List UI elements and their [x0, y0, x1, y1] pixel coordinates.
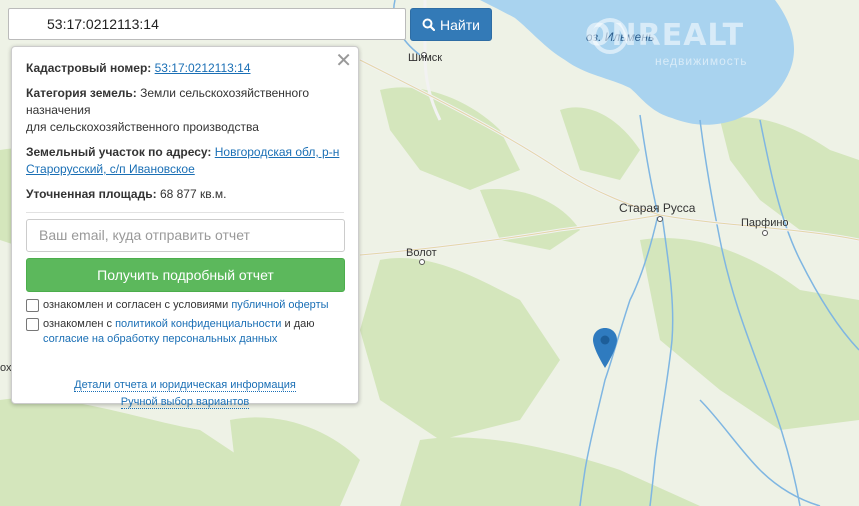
search-button[interactable]: Найти — [410, 8, 492, 41]
close-icon[interactable]: ✕ — [335, 51, 352, 71]
manual-selection-link[interactable]: Ручной выбор вариантов — [120, 396, 250, 409]
cadastral-number-link[interactable]: 53:17:0212113:14 — [155, 61, 251, 75]
map-label-staraya-russa: Старая Русса — [619, 201, 696, 215]
personal-data-link[interactable]: согласие на обработку персональных данны… — [43, 333, 277, 345]
map-label-volot: Волот — [406, 247, 437, 259]
offer-checkbox[interactable] — [26, 299, 39, 312]
cadastral-label: Кадастровый номер: — [26, 61, 152, 75]
offer-text: ознакомлен и согласен с условиями — [43, 299, 229, 311]
map-label-parfino: Парфино — [741, 217, 789, 229]
privacy-checkbox[interactable] — [26, 318, 39, 331]
area-value: 68 877 кв.м. — [159, 187, 227, 201]
land-category-row: Категория земель: Земли сельскохозяйстве… — [26, 85, 344, 136]
map-label-shimsk: Шимск — [408, 52, 443, 64]
search-input[interactable]: 53:17:0212113:14 — [8, 8, 406, 40]
category-value-2: для сельскохозяйственного производства — [26, 120, 259, 134]
parfino-dot — [762, 230, 768, 236]
map-pin-icon[interactable] — [593, 328, 617, 368]
privacy-text: ознакомлен с — [43, 318, 113, 330]
staraya-russa-dot — [657, 216, 663, 222]
privacy-consent-text: ознакомлен с политикой конфиденциальност… — [43, 317, 344, 347]
parcel-info-panel: ✕ Кадастровый номер: 53:17:0212113:14 Ка… — [11, 46, 359, 409]
footer-links: Детали отчета и юридическая информация Р… — [26, 377, 344, 411]
offer-consent: ознакомлен и согласен с условиями публич… — [26, 298, 344, 313]
email-field[interactable]: Ваш email, куда отправить отчет — [26, 219, 345, 252]
public-offer-link[interactable]: публичной оферты — [231, 299, 328, 311]
search-icon — [422, 18, 436, 31]
category-label: Категория земель: — [26, 86, 137, 100]
report-details-link[interactable]: Детали отчета и юридическая информация — [74, 379, 296, 392]
get-report-button[interactable]: Получить подробный отчет — [26, 258, 345, 292]
divider — [26, 212, 344, 213]
address-row: Земельный участок по адресу: Новгородска… — [26, 144, 344, 178]
area-label: Уточненная площадь: — [26, 187, 157, 201]
volot-dot — [419, 259, 425, 265]
privacy-mid-text: и даю — [284, 318, 315, 330]
privacy-policy-link[interactable]: политикой конфиденциальности — [115, 318, 281, 330]
watermark-logo: ONREALT — [585, 18, 745, 53]
privacy-consent: ознакомлен с политикой конфиденциальност… — [26, 317, 344, 347]
area-row: Уточненная площадь: 68 877 кв.м. — [26, 186, 344, 203]
address-label: Земельный участок по адресу: — [26, 145, 212, 159]
watermark-subtitle: недвижимость — [655, 54, 748, 68]
cadastral-row: Кадастровый номер: 53:17:0212113:14 — [26, 60, 344, 77]
search-button-label: Найти — [440, 16, 480, 33]
map-label-edge: ох — [0, 362, 12, 374]
offer-consent-text: ознакомлен и согласен с условиями публич… — [43, 298, 329, 313]
